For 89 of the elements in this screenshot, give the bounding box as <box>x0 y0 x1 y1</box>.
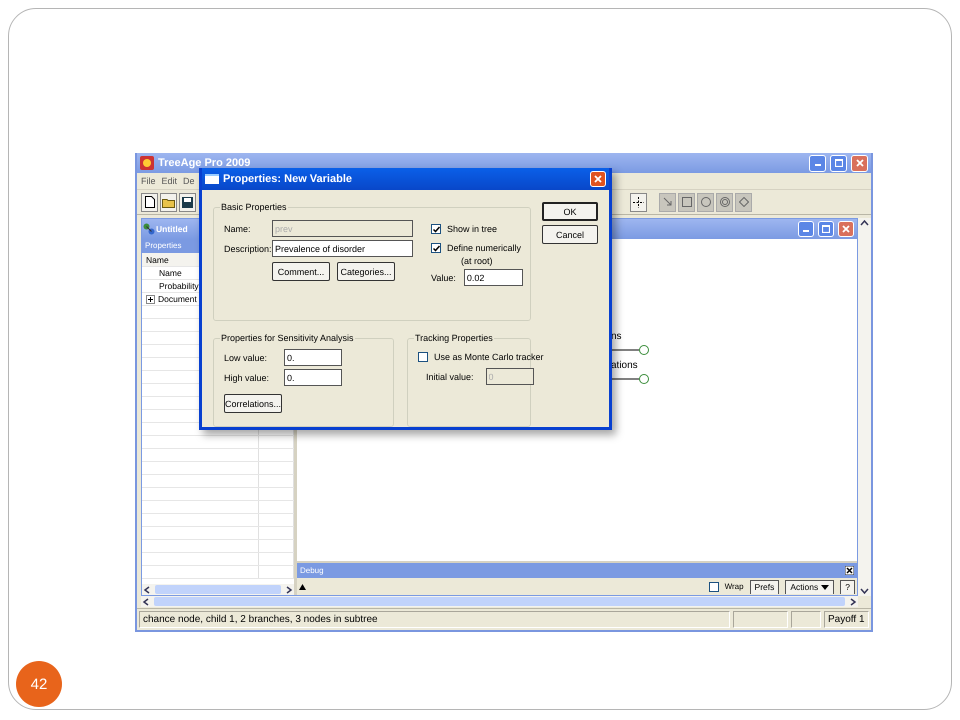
ring-tool-button[interactable] <box>716 192 733 212</box>
group-label: Basic Properties <box>220 202 288 212</box>
move-tool-button[interactable] <box>630 192 647 212</box>
low-value-field[interactable]: 0. <box>284 349 342 366</box>
checkbox[interactable] <box>418 352 428 362</box>
high-value-field[interactable]: 0. <box>284 369 342 386</box>
table-cell-text: Probability <box>158 281 199 291</box>
checkbox[interactable] <box>431 224 441 234</box>
circle-tool-button[interactable] <box>697 192 714 212</box>
checkbox-label: Show in tree <box>447 224 498 234</box>
menu-item[interactable]: Edit <box>162 176 178 186</box>
scrollbar[interactable] <box>858 218 871 596</box>
cancel-button[interactable]: Cancel <box>542 225 598 244</box>
check-icon <box>432 226 440 232</box>
group-label: Tracking Properties <box>414 333 494 343</box>
close-button[interactable] <box>838 221 854 237</box>
column-header: Name <box>146 254 169 264</box>
description-field[interactable]: Prevalence of disorder <box>272 240 413 257</box>
open-button[interactable] <box>160 192 177 212</box>
checkbox-label: Wrap <box>724 582 744 591</box>
diamond-icon <box>738 197 748 207</box>
toolbar-button[interactable]: ? <box>840 580 855 594</box>
checkbox[interactable] <box>431 243 441 253</box>
field-label: Description: <box>224 244 272 254</box>
double-circle-icon <box>720 197 730 207</box>
status-payoff: Payoff 1 <box>824 611 869 628</box>
scrollbar[interactable] <box>141 596 858 607</box>
close-button[interactable] <box>851 154 868 172</box>
checkbox-label: Use as Monte Carlo tracker <box>434 352 544 362</box>
debug-title: Debug <box>300 566 324 575</box>
square-tool-button[interactable] <box>678 192 695 212</box>
field-label: High value: <box>224 372 270 382</box>
document-title: Untitled <box>156 224 188 234</box>
up-arrow-icon[interactable] <box>299 584 306 590</box>
table-cell-text: Name <box>158 268 182 278</box>
maximize-icon <box>834 159 842 167</box>
menu-item[interactable]: File <box>141 176 156 186</box>
minimize-button[interactable] <box>809 154 826 172</box>
square-icon <box>682 197 692 207</box>
minimize-button[interactable] <box>798 221 814 237</box>
close-icon <box>594 175 602 183</box>
dialog-button[interactable]: Comment... <box>272 262 330 281</box>
page-number: 42 <box>16 661 62 707</box>
status-message: chance node, child 1, 2 branches, 3 nodes in subtree <box>139 611 730 628</box>
ok-button[interactable]: OK <box>542 202 598 221</box>
field-label: Name: <box>224 224 252 234</box>
dialog-title: Properties: New Variable <box>223 173 352 185</box>
maximize-button[interactable] <box>830 154 847 172</box>
close-button[interactable] <box>590 171 606 187</box>
diamond-tool-button[interactable] <box>735 192 752 212</box>
maximize-icon <box>822 225 830 233</box>
app-logo-icon <box>140 156 154 170</box>
folder-icon <box>162 196 175 208</box>
field-label: Low value: <box>224 352 268 362</box>
document-icon <box>144 196 154 208</box>
close-icon[interactable] <box>845 566 854 575</box>
maximize-button[interactable] <box>818 221 834 237</box>
field-label: Initial value: <box>426 372 474 382</box>
toolbar-button[interactable]: Actions <box>785 580 834 594</box>
menu-item[interactable]: De <box>183 176 195 186</box>
window-title: TreeAge Pro 2009 <box>158 157 250 169</box>
caret-icon <box>821 584 830 590</box>
tree-icon <box>143 223 155 235</box>
table-cell: Document <box>158 294 197 304</box>
close-icon <box>842 225 850 233</box>
field-label: Value: <box>431 272 456 282</box>
value-field[interactable]: 0.02 <box>464 269 523 286</box>
branch-label: ations <box>611 360 638 371</box>
toolbar-button[interactable]: Prefs <box>750 580 780 594</box>
expand-icon[interactable] <box>146 294 155 304</box>
group-label: Properties for Sensitivity Analysis <box>220 333 355 343</box>
checkbox[interactable] <box>708 582 719 592</box>
status-pane <box>733 611 788 628</box>
arrow-tool-button[interactable] <box>659 192 676 212</box>
save-button[interactable] <box>179 192 196 212</box>
move-icon <box>633 196 644 208</box>
scrollbar[interactable] <box>142 584 294 595</box>
arrow-icon <box>662 197 672 207</box>
circle-icon <box>700 197 710 207</box>
check-icon <box>432 244 440 252</box>
checkbox-label: Define numerically <box>447 243 522 253</box>
status-pane <box>791 611 821 628</box>
close-icon <box>856 159 864 167</box>
correlations-button[interactable]: Correlations... <box>224 394 282 413</box>
dialog-button[interactable]: Categories... <box>337 262 395 281</box>
window-icon <box>205 174 219 184</box>
checkbox-note: (at root) <box>461 256 494 266</box>
new-file-button[interactable] <box>141 192 158 212</box>
floppy-icon <box>182 196 193 208</box>
